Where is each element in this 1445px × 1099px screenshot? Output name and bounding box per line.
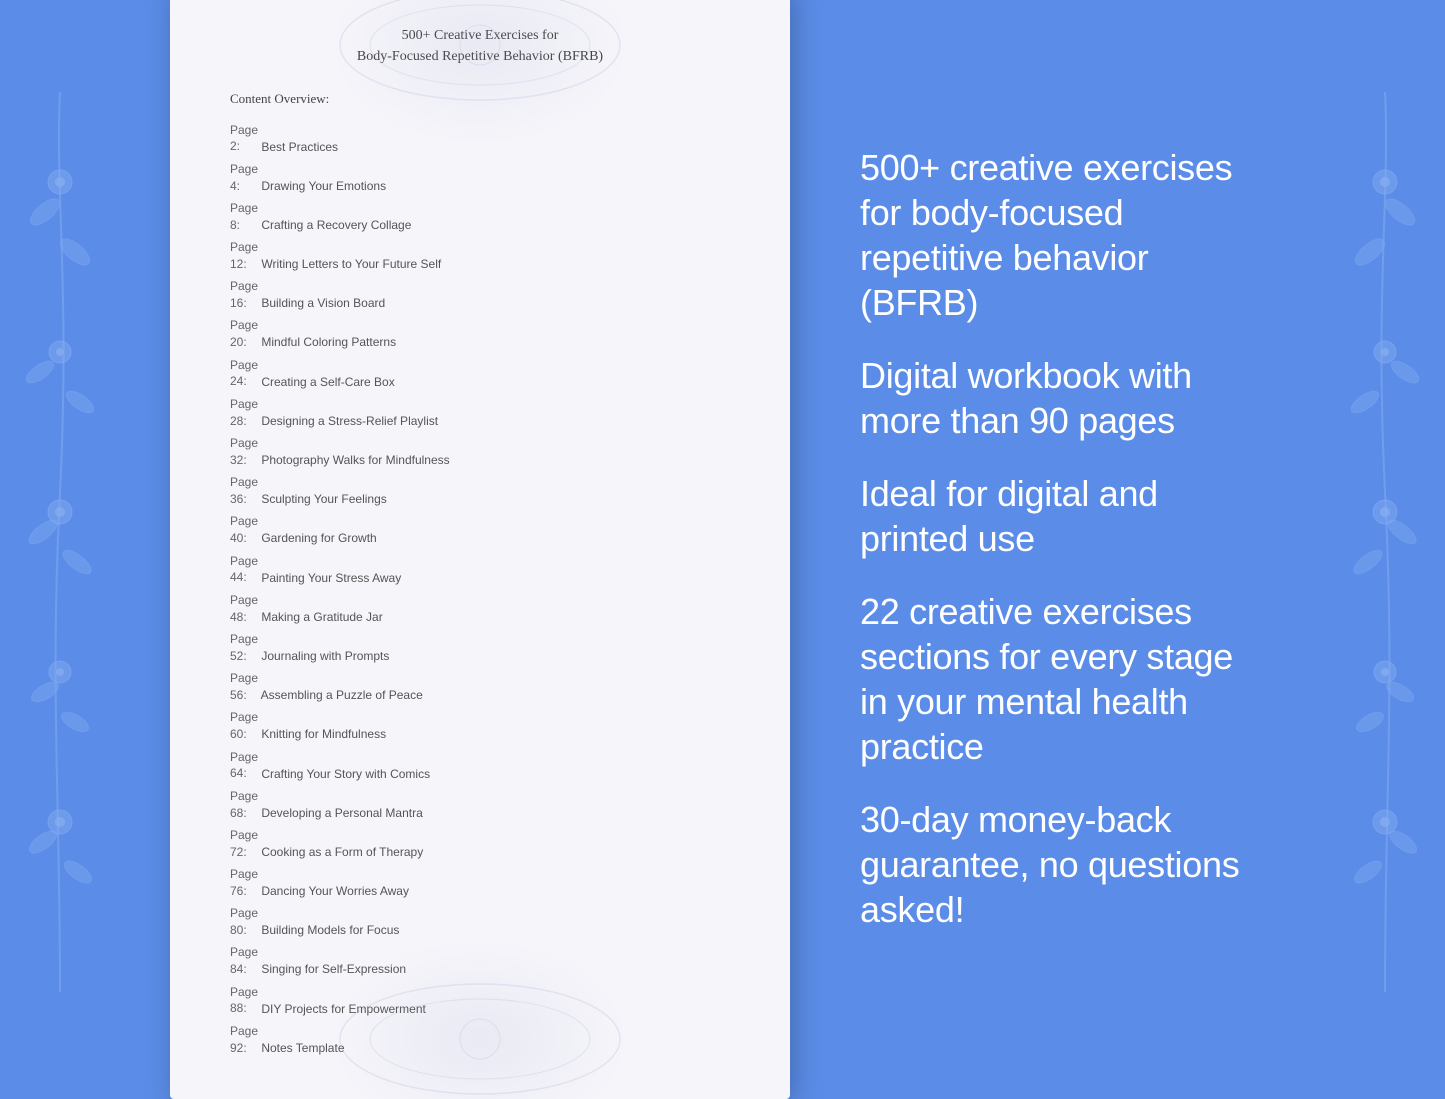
toc-item: Page 44: Painting Your Stress Away [220, 550, 740, 589]
toc-item: Page 28: Designing a Stress-Relief Playl… [220, 393, 740, 432]
toc-item: Page 16: Building a Vision Board [220, 276, 740, 315]
info-text-1: Digital workbook with more than 90 pages [860, 353, 1265, 443]
toc-item: Page 56: Assembling a Puzzle of Peace [220, 667, 740, 706]
info-text-2: Ideal for digital and printed use [860, 471, 1265, 561]
info-block-1: Digital workbook with more than 90 pages [860, 353, 1265, 443]
toc-item: Page 36: Sculpting Your Feelings [220, 471, 740, 510]
floral-decoration-right [1325, 0, 1445, 1084]
info-block-2: Ideal for digital and printed use [860, 471, 1265, 561]
book-title: 500+ Creative Exercises for Body-Focused… [220, 25, 740, 67]
toc-list: Page 2: Best PracticesPage 4: Drawing Yo… [220, 119, 740, 1060]
toc-item: Page 72: Cooking as a Form of Therapy [220, 824, 740, 863]
toc-item: Page 2: Best Practices [220, 119, 740, 158]
toc-item: Page 12: Writing Letters to Your Future … [220, 236, 740, 275]
toc-item: Page 76: Dancing Your Worries Away [220, 863, 740, 902]
book-page: 500+ Creative Exercises for Body-Focused… [170, 0, 790, 1099]
toc-item: Page 64: Crafting Your Story with Comics [220, 746, 740, 785]
info-text-4: 30-day money-back guarantee, no question… [860, 797, 1265, 932]
toc-item: Page 80: Building Models for Focus [220, 903, 740, 942]
toc-item: Page 8: Crafting a Recovery Collage [220, 197, 740, 236]
toc-item: Page 32: Photography Walks for Mindfulne… [220, 432, 740, 471]
toc-item: Page 68: Developing a Personal Mantra [220, 785, 740, 824]
info-block-3: 22 creative exercises sections for every… [860, 589, 1265, 769]
toc-item: Page 48: Making a Gratitude Jar [220, 589, 740, 628]
book-page-container: 500+ Creative Exercises for Body-Focused… [160, 0, 800, 1099]
info-panel: 500+ creative exercises for body-focused… [800, 105, 1325, 980]
toc-item: Page 40: Gardening for Growth [220, 511, 740, 550]
toc-item: Page 52: Journaling with Prompts [220, 628, 740, 667]
toc-item: Page 88: DIY Projects for Empowerment [220, 981, 740, 1020]
info-block-0: 500+ creative exercises for body-focused… [860, 145, 1265, 325]
toc-item: Page 92: Notes Template [220, 1020, 740, 1059]
content-overview-label: Content Overview: [230, 91, 740, 107]
toc-item: Page 24: Creating a Self-Care Box [220, 354, 740, 393]
floral-decoration-left [0, 0, 120, 1084]
toc-item: Page 84: Singing for Self-Expression [220, 942, 740, 981]
info-text-3: 22 creative exercises sections for every… [860, 589, 1265, 769]
toc-item: Page 4: Drawing Your Emotions [220, 158, 740, 197]
toc-item: Page 20: Mindful Coloring Patterns [220, 315, 740, 354]
info-text-0: 500+ creative exercises for body-focused… [860, 145, 1265, 325]
info-block-4: 30-day money-back guarantee, no question… [860, 797, 1265, 932]
toc-item: Page 60: Knitting for Mindfulness [220, 707, 740, 746]
